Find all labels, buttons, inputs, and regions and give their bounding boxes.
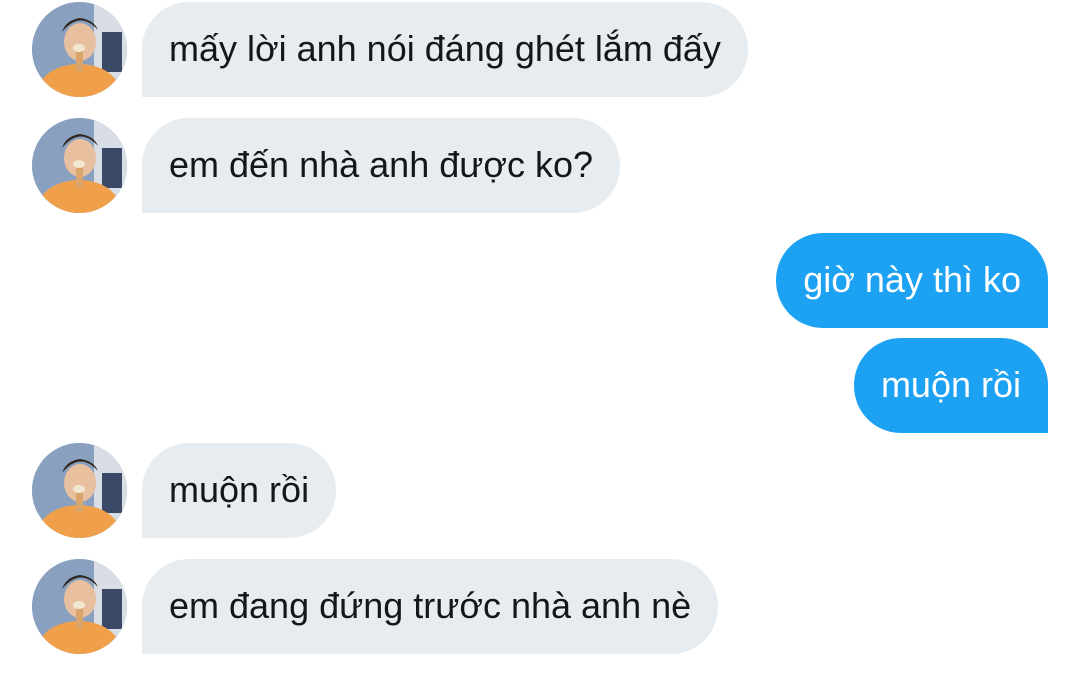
message-text: muộn rồi <box>880 364 1021 405</box>
message-bubble-incoming[interactable]: mấy lời anh nói đáng ghét lắm đấy <box>142 2 748 97</box>
message-row-incoming: mấy lời anh nói đáng ghét lắm đấy <box>0 2 1080 97</box>
message-bubble-incoming[interactable]: em đến nhà anh được ko? <box>142 118 620 213</box>
message-bubble-outgoing[interactable]: giờ này thì ko <box>776 233 1048 328</box>
message-text: giờ này thì ko <box>803 259 1021 300</box>
avatar-photo <box>32 2 127 97</box>
message-text: muộn rồi <box>169 469 310 510</box>
message-text: em đang đứng trước nhà anh nè <box>169 585 692 626</box>
message-text: em đến nhà anh được ko? <box>169 144 593 185</box>
message-row-incoming: muộn rồi <box>0 443 1080 538</box>
message-row-outgoing: giờ này thì ko <box>0 233 1080 328</box>
message-bubble-incoming[interactable]: em đang đứng trước nhà anh nè <box>142 559 719 654</box>
message-row-outgoing: muộn rồi <box>0 338 1080 433</box>
avatar-photo <box>32 118 127 213</box>
message-bubble-incoming[interactable]: muộn rồi <box>142 443 337 538</box>
message-row-incoming: em đến nhà anh được ko? <box>0 118 1080 213</box>
avatar[interactable] <box>32 118 127 213</box>
message-text: mấy lời anh nói đáng ghét lắm đấy <box>169 28 721 69</box>
avatar-photo <box>32 443 127 538</box>
avatar[interactable] <box>32 2 127 97</box>
avatar[interactable] <box>32 559 127 654</box>
message-bubble-outgoing[interactable]: muộn rồi <box>853 338 1048 433</box>
avatar[interactable] <box>32 443 127 538</box>
avatar-photo <box>32 559 127 654</box>
message-row-incoming: em đang đứng trước nhà anh nè <box>0 559 1080 654</box>
